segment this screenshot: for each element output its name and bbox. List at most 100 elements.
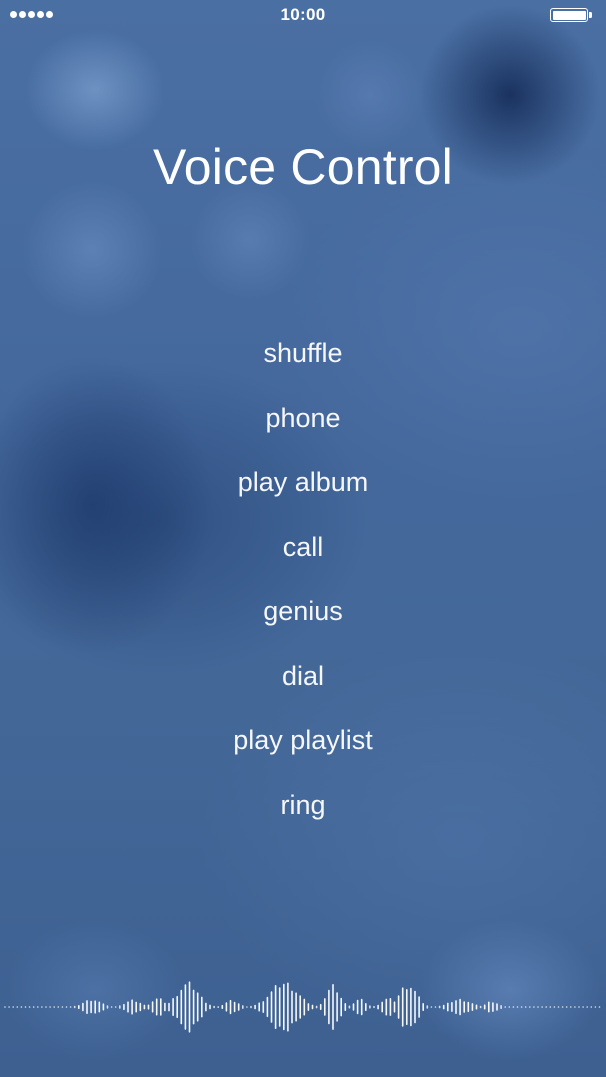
waveform-bar — [356, 999, 359, 1015]
waveform-bar — [578, 1006, 580, 1008]
waveform-bar — [447, 1002, 449, 1012]
waveform-bar — [119, 1005, 121, 1009]
waveform-bar — [328, 989, 330, 1025]
waveform-bar — [557, 1006, 560, 1008]
waveform-bar — [545, 1006, 547, 1008]
waveform-bar — [16, 1006, 19, 1008]
waveform-bar — [348, 1005, 351, 1009]
waveform-bar — [45, 1006, 47, 1008]
command-play-album: play album — [237, 467, 369, 497]
waveform-bar — [570, 1006, 572, 1008]
waveform-bar — [147, 1004, 150, 1010]
waveform-bar — [180, 989, 183, 1025]
waveform-bar — [65, 1006, 68, 1008]
waveform-bar — [155, 998, 158, 1016]
waveform-bar — [541, 1006, 543, 1008]
waveform-bar — [176, 995, 178, 1019]
waveform-bar — [225, 1002, 228, 1012]
page-title: Voice Control — [153, 139, 453, 195]
waveform-bar — [28, 1006, 31, 1008]
waveform-bar — [319, 1003, 322, 1010]
waveform-bar — [196, 992, 199, 1022]
command-shuffle: shuffle — [263, 338, 343, 368]
status-bar: 10:00 — [0, 0, 606, 30]
waveform-bar — [590, 1006, 593, 1008]
waveform-bar — [414, 990, 416, 1024]
waveform-bar — [574, 1006, 576, 1008]
waveform-bar — [537, 1006, 539, 1008]
waveform-bar — [143, 1004, 146, 1010]
waveform-bar — [283, 983, 285, 1031]
waveform-bar — [393, 1001, 396, 1013]
waveform-bar — [594, 1006, 597, 1008]
waveform-bar — [270, 991, 273, 1023]
waveform-bar — [324, 998, 326, 1016]
waveform-bar — [291, 990, 293, 1024]
waveform-bar — [307, 1003, 310, 1011]
waveform-bar — [20, 1006, 23, 1008]
waveform-bar — [12, 1006, 14, 1008]
waveform-bar — [381, 1001, 383, 1013]
waveform-bar — [508, 1006, 511, 1008]
waveform-bar — [500, 1005, 502, 1009]
waveform-bar — [475, 1004, 478, 1010]
waveform-bar — [586, 1006, 588, 1008]
waveform-bar — [242, 1005, 244, 1009]
command-genius: genius — [263, 596, 343, 626]
waveform-bar — [459, 998, 461, 1016]
waveform-bar — [561, 1006, 564, 1008]
voice-command-list: shuffle phone play album call genius dia… — [0, 331, 606, 847]
waveform-bar — [73, 1005, 76, 1009]
waveform-bar — [418, 996, 420, 1018]
waveform-bar — [98, 1001, 101, 1013]
waveform-bar — [340, 997, 342, 1017]
waveform-bar — [4, 1006, 6, 1008]
waveform-bar — [32, 1006, 35, 1008]
waveform-bar — [266, 996, 269, 1018]
waveform-bar — [127, 1001, 129, 1013]
waveform-bar — [254, 1004, 256, 1010]
waveform-bar — [41, 1006, 43, 1008]
command-play-playlist: play playlist — [233, 725, 373, 755]
status-time: 10:00 — [280, 5, 326, 24]
waveform-bar — [90, 1000, 92, 1014]
waveform-bar — [463, 1001, 465, 1013]
waveform-bar — [192, 989, 195, 1025]
waveform-bar — [172, 998, 174, 1016]
waveform-bar — [274, 985, 277, 1029]
waveform-bar — [492, 1002, 494, 1012]
waveform-bar — [488, 1001, 490, 1013]
waveform-bar — [598, 1006, 601, 1008]
waveform-bar — [565, 1006, 568, 1008]
waveform-bar — [82, 1002, 84, 1012]
command-phone: phone — [265, 402, 341, 433]
audio-waveform-icon — [4, 981, 601, 1033]
waveform-bar — [278, 987, 281, 1027]
waveform-bar — [258, 1002, 260, 1012]
waveform-bar — [106, 1005, 109, 1009]
waveform-bar — [287, 982, 289, 1032]
waveform-bar — [102, 1003, 105, 1011]
waveform-bar — [184, 984, 187, 1030]
waveform-bar — [406, 989, 408, 1025]
waveform-bar — [110, 1006, 113, 1008]
waveform-bar — [426, 1005, 429, 1009]
waveform-bar — [504, 1006, 506, 1008]
waveform-bar — [385, 998, 388, 1016]
waveform-bar — [61, 1006, 64, 1008]
waveform-bar — [250, 1005, 252, 1009]
waveform-bar — [451, 1002, 453, 1012]
waveform-bar — [352, 1003, 355, 1011]
waveform-bar — [471, 1003, 474, 1011]
waveform-bar — [69, 1006, 72, 1008]
command-call: call — [282, 531, 324, 562]
waveform-bar — [483, 1004, 486, 1010]
waveform-bar — [246, 1006, 248, 1008]
waveform-bar — [221, 1004, 224, 1009]
waveform-bar — [8, 1006, 10, 1008]
waveform-bar — [201, 996, 203, 1018]
waveform-bar — [360, 998, 363, 1016]
waveform-bar — [311, 1004, 314, 1010]
waveform-bar — [262, 1001, 265, 1013]
waveform-bar — [295, 992, 297, 1022]
